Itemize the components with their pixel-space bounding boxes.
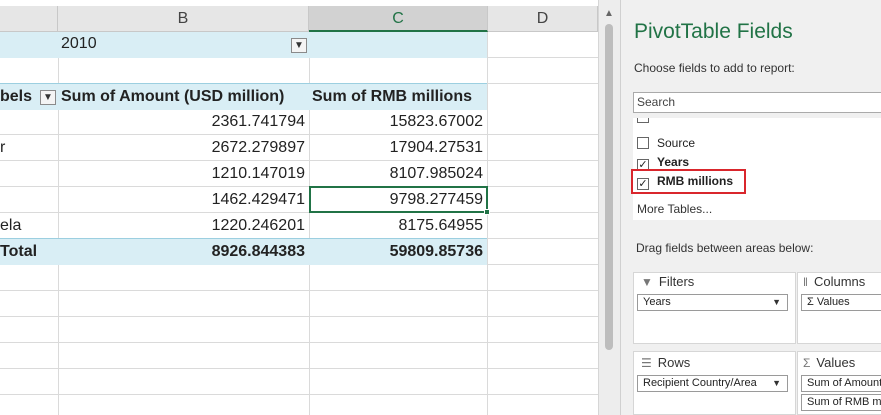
filters-label: Filters [658,274,695,289]
value-cell[interactable]: 1220.246201 [58,213,309,239]
value-cell[interactable]: 1210.147019 [58,161,309,187]
rows-item-recipient-country[interactable]: Recipient Country/Area ▼ [637,375,788,392]
field-search-input[interactable]: Search [633,92,881,113]
filter-dropdown-icon[interactable]: ▼ [291,38,307,53]
more-tables-link[interactable]: More Tables... [637,202,712,216]
rows-label: Rows [657,355,691,370]
spreadsheet-grid[interactable]: B C D 2010 ▼ bels ▼ Sum of Amount (USD m… [0,0,598,415]
filter-value-cell[interactable]: 2010 [58,31,309,57]
fill-handle[interactable] [484,209,490,215]
area-item-label: Recipient Country/Area [643,377,757,389]
header-sum-rmb[interactable]: Sum of RMB millions [309,84,487,110]
grand-total-label[interactable]: Total [0,239,58,265]
columns-area-header: ‖ Columns [803,274,865,289]
row-label[interactable]: ela [0,213,58,239]
gridline [487,32,488,415]
row-label[interactable]: r [0,135,58,161]
filters-item-years[interactable]: Years ▼ [637,294,788,311]
column-header-c[interactable]: C [309,6,488,32]
grand-total-rmb[interactable]: 59809.85736 [309,239,487,265]
row-label[interactable] [0,161,58,187]
sigma-icon: Σ [803,356,811,370]
field-highlight-box [631,169,746,194]
value-cell[interactable]: 2361.741794 [58,109,309,135]
column-header-d[interactable]: D [488,6,598,32]
pane-subtitle: Choose fields to add to report: [634,61,795,75]
field-label: Years [657,155,690,169]
chevron-down-icon[interactable]: ▼ [772,295,781,310]
chevron-down-icon[interactable]: ▼ [772,376,781,391]
value-cell[interactable]: 8175.64955 [309,213,487,239]
values-item-sum-rmb[interactable]: Sum of RMB mi [801,394,881,411]
area-item-label: Years [643,296,671,308]
field-item-partial[interactable] [637,118,657,126]
scroll-up-icon[interactable]: ▲ [604,8,614,19]
value-cell[interactable]: 15823.67002 [309,109,487,135]
values-label: Values [816,355,856,370]
gridline [0,290,598,291]
checkbox[interactable] [637,118,649,123]
gridline [0,368,598,369]
header-sum-amount[interactable]: Sum of Amount (USD million) [58,84,309,110]
column-header-a[interactable] [0,6,58,32]
value-cell[interactable]: 17904.27531 [309,135,487,161]
gridline [0,342,598,343]
vertical-scrollbar[interactable]: ▲ [598,0,620,415]
rows-icon: ☰ [641,356,652,370]
value-cell[interactable]: 8107.985024 [309,161,487,187]
columns-label: Columns [813,274,866,289]
pane-title: PivotTable Fields [634,20,793,43]
pivottable-fields-pane: PivotTable Fields Choose fields to add t… [620,0,881,415]
field-label: Source [657,136,696,150]
checkbox-unchecked[interactable] [637,137,649,149]
values-item-sum-amount[interactable]: Sum of Amount [801,375,881,392]
filter-icon: ▼ [641,275,653,289]
area-item-label: Values [816,296,850,308]
active-cell-border [309,186,488,213]
drag-instructions: Drag fields between areas below: [636,241,814,255]
row-label[interactable] [0,187,58,213]
values-area-header: Σ Values [803,355,855,370]
rows-area-header: ☰ Rows [641,355,690,370]
row-labels-filter-icon[interactable]: ▼ [40,90,56,105]
value-cell[interactable]: 2672.279897 [58,135,309,161]
column-header-b[interactable]: B [58,6,309,32]
gridline [0,394,598,395]
gridline [0,316,598,317]
row-labels-header[interactable]: bels [0,84,40,110]
row-label[interactable] [0,109,58,135]
filters-area-header: ▼ Filters [641,274,694,289]
grand-total-amount[interactable]: 8926.844383 [58,239,309,265]
columns-icon: ‖ [803,275,808,289]
scrollbar-thumb[interactable] [605,24,613,350]
column-header-row: B C D [0,6,598,32]
value-cell[interactable]: 1462.429471 [58,187,309,213]
field-item-source[interactable]: Source [637,134,695,152]
sigma-icon: Σ [807,296,817,308]
columns-item-values[interactable]: Σ Values [801,294,881,311]
